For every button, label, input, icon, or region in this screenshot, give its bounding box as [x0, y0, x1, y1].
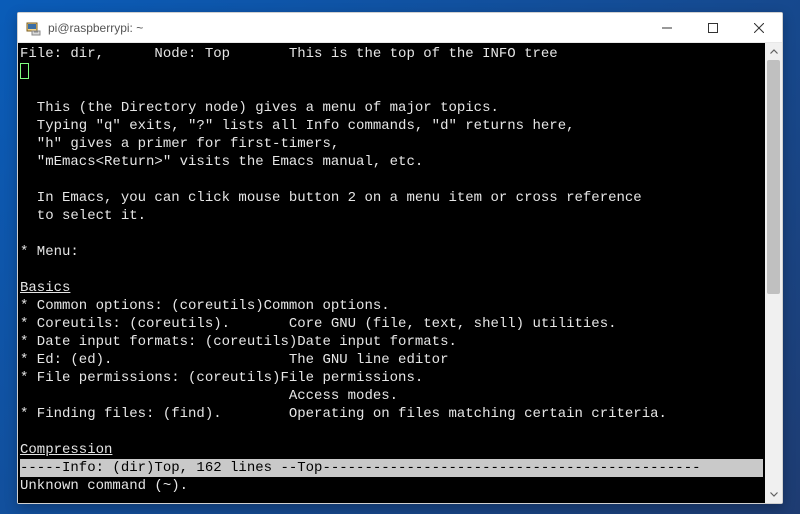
window-title: pi@raspberrypi: ~ [48, 21, 644, 35]
cursor [20, 63, 29, 79]
terminal[interactable]: File: dir, Node: Top This is the top of … [18, 43, 765, 503]
terminal-line: Typing "q" exits, "?" lists all Info com… [20, 117, 763, 135]
terminal-line: * Menu: [20, 243, 763, 261]
menu-item-line: * Common options: (coreutils)Common opti… [20, 297, 763, 315]
terminal-line: "mEmacs<Return>" visits the Emacs manual… [20, 153, 763, 171]
scroll-track[interactable] [765, 60, 782, 486]
terminal-line [20, 81, 763, 99]
terminal-line [20, 225, 763, 243]
minimize-button[interactable] [644, 13, 690, 43]
section-heading: Basics [20, 279, 763, 297]
menu-item-line: * Ed: (ed). The GNU line editor [20, 351, 763, 369]
client-area: File: dir, Node: Top This is the top of … [18, 43, 782, 503]
menu-item-line: * File permissions: (coreutils)File perm… [20, 369, 763, 387]
menu-item-line: * Coreutils: (coreutils). Core GNU (file… [20, 315, 763, 333]
putty-icon [26, 20, 42, 36]
titlebar[interactable]: pi@raspberrypi: ~ [18, 13, 782, 43]
blank-line [20, 261, 763, 279]
close-button[interactable] [736, 13, 782, 43]
info-header-line: File: dir, Node: Top This is the top of … [20, 45, 763, 63]
cursor-line [20, 63, 763, 81]
terminal-line [20, 171, 763, 189]
terminal-line: to select it. [20, 207, 763, 225]
scroll-down-button[interactable] [765, 486, 782, 503]
info-status-line: -----Info: (dir)Top, 162 lines --Top----… [20, 459, 763, 477]
vertical-scrollbar[interactable] [765, 43, 782, 503]
terminal-line: This (the Directory node) gives a menu o… [20, 99, 763, 117]
menu-item-line: Access modes. [20, 387, 763, 405]
section-heading: Compression [20, 441, 763, 459]
terminal-line: In Emacs, you can click mouse button 2 o… [20, 189, 763, 207]
window-controls [644, 13, 782, 43]
menu-item-line: * Finding files: (find). Operating on fi… [20, 405, 763, 423]
maximize-button[interactable] [690, 13, 736, 43]
app-window: pi@raspberrypi: ~ File: dir, Node: Top T… [17, 12, 783, 504]
echo-area-line: Unknown command (~). [20, 477, 763, 495]
scroll-up-button[interactable] [765, 43, 782, 60]
scroll-thumb[interactable] [767, 60, 780, 294]
menu-item-line: * Date input formats: (coreutils)Date in… [20, 333, 763, 351]
blank-line [20, 423, 763, 441]
terminal-line: "h" gives a primer for first-timers, [20, 135, 763, 153]
